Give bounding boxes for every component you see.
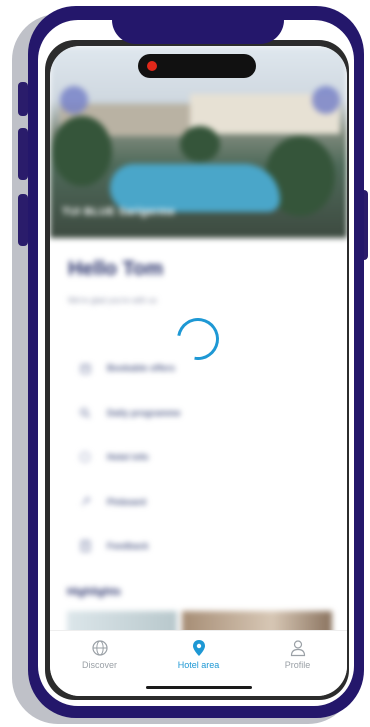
hotel-menu-list: Bookable offers Daily programme Hotel in… <box>78 346 328 569</box>
tab-label: Hotel area <box>177 660 220 670</box>
greeting-title: Hello Tom <box>68 258 164 280</box>
blurred-content: TUI BLUE Sarigerme Hello Tom We're glad … <box>50 46 347 696</box>
calendar-icon <box>78 361 92 375</box>
menu-item-label: Feedback <box>107 541 149 552</box>
menu-item-label: Pinboard <box>107 496 147 507</box>
menu-item-label: Hotel info <box>107 452 149 463</box>
menu-item-daily-programme[interactable]: Daily programme <box>78 391 328 436</box>
tab-discover[interactable]: Discover <box>50 639 149 670</box>
pin-icon <box>78 495 92 509</box>
hero-back-button[interactable] <box>60 86 88 114</box>
hero-action-button[interactable] <box>312 86 340 114</box>
menu-item-label: Bookable offers <box>107 363 176 374</box>
info-icon <box>78 450 92 464</box>
hotel-name-caption: TUI BLUE Sarigerme <box>62 206 175 218</box>
hero-palm-tree <box>52 116 112 186</box>
user-icon <box>290 640 305 657</box>
globe-icon <box>91 640 108 656</box>
tab-hotel-area[interactable]: Hotel area <box>149 639 248 670</box>
phone-side-button <box>18 82 28 116</box>
app-screen: TUI BLUE Sarigerme Hello Tom We're glad … <box>50 46 347 696</box>
highlights-title: Highlights <box>67 586 121 598</box>
menu-item-pinboard[interactable]: Pinboard <box>78 480 328 525</box>
home-indicator[interactable] <box>146 686 252 689</box>
tab-label: Profile <box>284 660 311 670</box>
phone-top-notch <box>112 6 284 44</box>
phone-volume-down-button <box>18 194 28 246</box>
hero-palm-tree <box>180 126 220 162</box>
tab-profile[interactable]: Profile <box>248 639 347 670</box>
greeting-subtext: We're glad you're with us <box>68 296 157 305</box>
phone-volume-up-button <box>18 128 28 180</box>
hero-pool <box>110 164 280 212</box>
feedback-icon <box>78 539 92 553</box>
menu-item-label: Daily programme <box>107 407 181 418</box>
location-pin-icon <box>192 640 205 656</box>
search-icon <box>78 406 92 420</box>
dynamic-island <box>138 54 256 78</box>
menu-item-hotel-info[interactable]: Hotel info <box>78 435 328 480</box>
menu-item-feedback[interactable]: Feedback <box>78 524 328 569</box>
tab-label: Discover <box>81 660 117 670</box>
recording-indicator-icon <box>147 61 157 71</box>
